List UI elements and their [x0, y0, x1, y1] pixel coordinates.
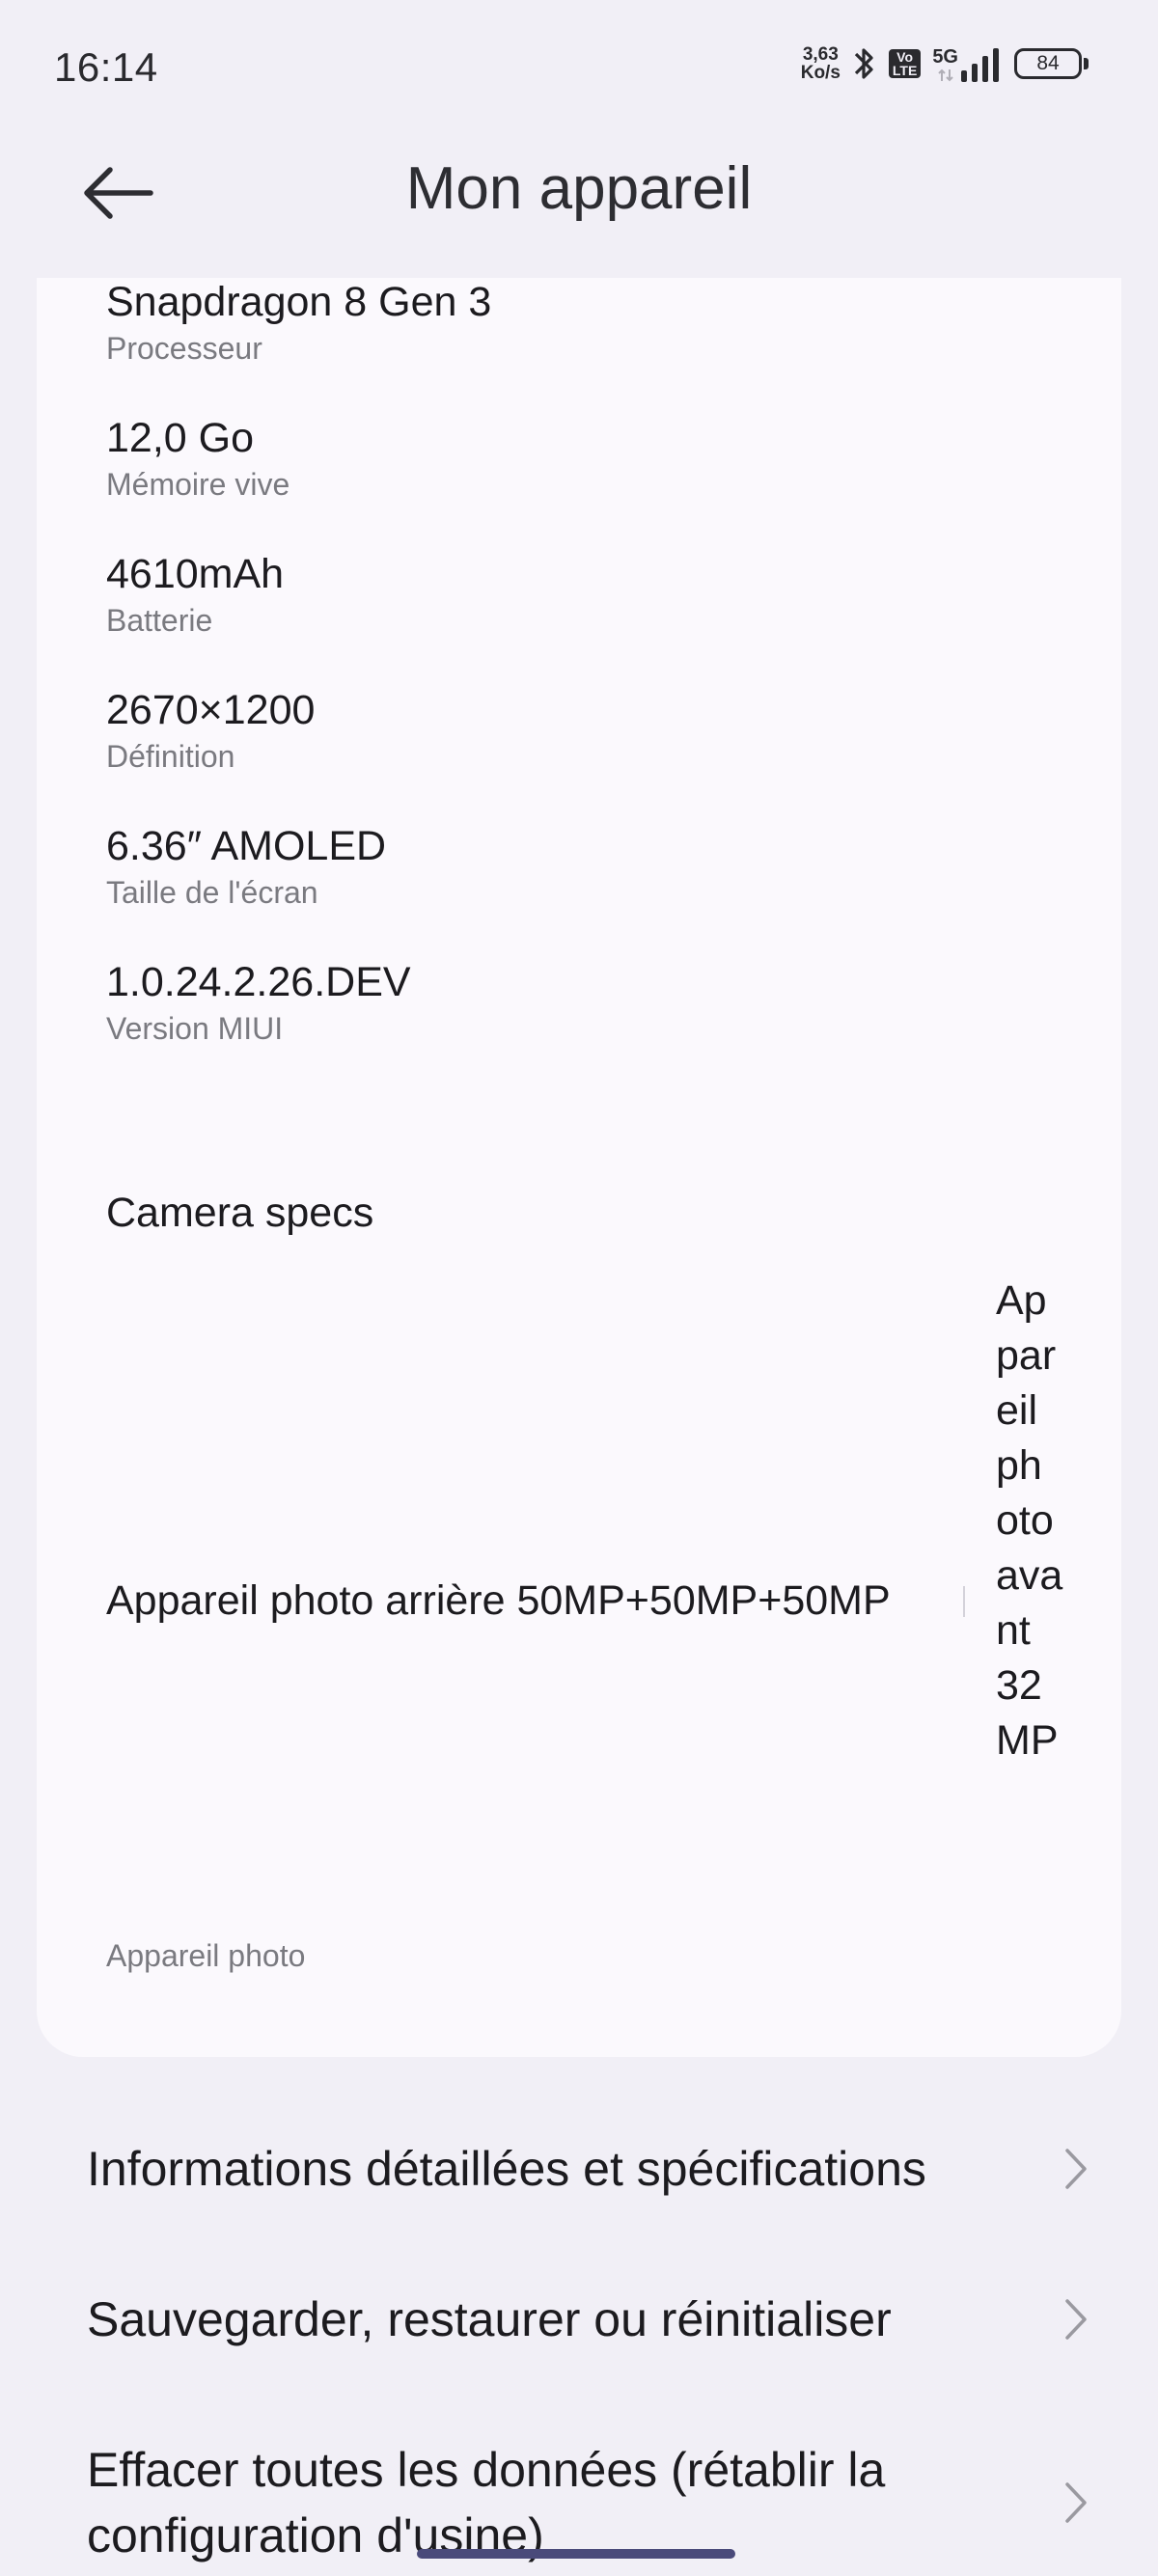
battery-level: 84 — [1014, 48, 1082, 79]
menu-item-label: Informations détaillées et spécification… — [87, 2142, 926, 2196]
chevron-right-icon — [1065, 2299, 1087, 2340]
menu-item-backup-restore[interactable]: Sauvegarder, restaurer ou réinitialiser — [87, 2287, 1090, 2352]
spec-ram: 12,0 Go Mémoire vive — [106, 414, 290, 503]
camera-label: Appareil photo — [106, 1938, 306, 1973]
device-specs-card: Snapdragon 8 Gen 3 Processeur 12,0 Go Mé… — [37, 278, 1121, 2057]
spec-label: Processeur — [106, 331, 262, 366]
bluetooth-icon — [854, 48, 873, 79]
chevron-right-icon — [1065, 2149, 1087, 2189]
page-title: Mon appareil — [405, 155, 753, 222]
status-time: 16:14 — [54, 44, 158, 90]
status-bar: 16:14 3,63 Ko/s Vo LTE 5G 84 — [0, 0, 1158, 135]
spec-processor: Snapdragon 8 Gen 3 Processeur — [106, 278, 491, 367]
spec-label: Batterie — [106, 603, 213, 638]
camera-divider — [963, 1586, 965, 1617]
camera-rear-value: Appareil photo arrière 50MP+50MP+50MP — [106, 1577, 891, 1624]
spec-label: Définition — [106, 739, 235, 774]
data-arrows-icon — [937, 69, 953, 81]
spec-value: 2670×1200 — [106, 687, 316, 733]
menu-item-label: Sauvegarder, restaurer ou réinitialiser — [87, 2292, 892, 2346]
spec-resolution: 2670×1200 Définition — [106, 686, 315, 775]
network-speed: 3,63 Ko/s — [801, 45, 841, 82]
network-type: 5G — [932, 45, 958, 68]
spec-miui-version: 1.0.24.2.26.DEV Version MIUI — [106, 958, 411, 1047]
signal-icon — [961, 47, 999, 82]
chevron-right-icon — [1065, 2482, 1087, 2523]
volte-icon: Vo LTE — [888, 49, 922, 78]
spec-value: 6.36″ AMOLED — [106, 823, 387, 869]
spec-battery: 4610mAh Batterie — [106, 550, 284, 639]
network-speed-value: 3,63 — [802, 44, 839, 65]
spec-value: 12,0 Go — [106, 415, 254, 461]
spec-label: Version MIUI — [106, 1011, 284, 1046]
spec-screen-size: 6.36″ AMOLED Taille de l'écran — [106, 822, 386, 911]
spec-label: Mémoire vive — [106, 467, 290, 502]
gesture-navigation-bar[interactable] — [417, 2549, 735, 2559]
status-icons: 3,63 Ko/s Vo LTE 5G 84 — [801, 44, 1089, 83]
spec-value: 4610mAh — [106, 551, 285, 597]
spec-label: Taille de l'écran — [106, 875, 318, 910]
battery-icon: 84 — [1014, 48, 1089, 79]
signal-group: 5G — [932, 46, 1003, 82]
network-speed-unit: Ko/s — [800, 63, 841, 83]
spec-value: 1.0.24.2.26.DEV — [106, 959, 411, 1005]
menu-item-detailed-info[interactable]: Informations détaillées et spécification… — [87, 2136, 1090, 2202]
spec-value: Snapdragon 8 Gen 3 — [106, 279, 492, 325]
camera-front-value: Appareil photo avant 32MP — [996, 1277, 1063, 1764]
camera-specs-heading: Camera specs — [106, 1190, 374, 1236]
